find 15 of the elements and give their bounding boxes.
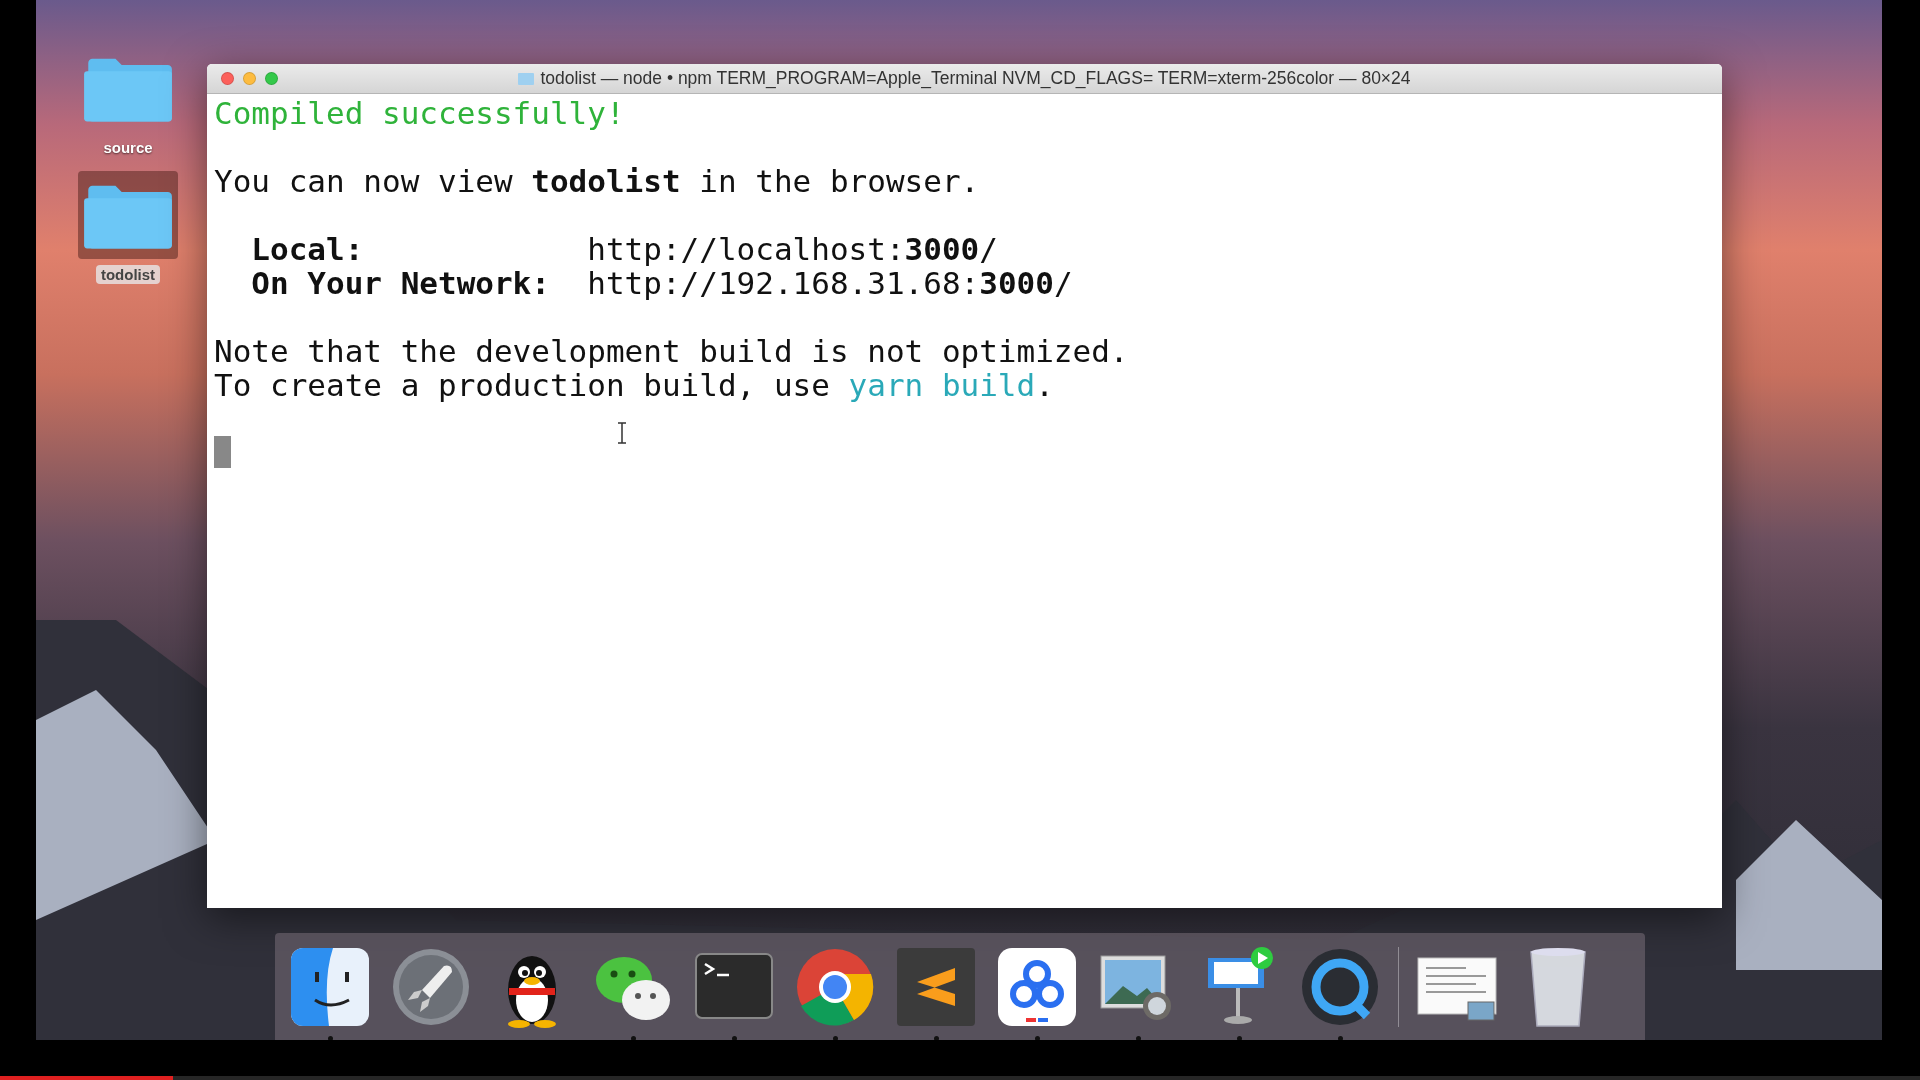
terminal-line: Note that the development build is not optimized. <box>214 334 1130 368</box>
close-button[interactable] <box>221 72 234 85</box>
terminal-line: Local: http://localhost:3000/ <box>250 232 999 266</box>
progress-track[interactable] <box>0 1076 1920 1080</box>
terminal-line: Compiled successfully! <box>214 96 626 130</box>
folder-icon[interactable] <box>78 171 178 259</box>
terminal-line: On Your Network: http://192.168.31.68:3000/ <box>250 266 1074 300</box>
terminal-line: To create a production build, use yarn build. <box>214 368 1054 402</box>
text-pointer-icon <box>617 422 627 444</box>
folder-label[interactable]: todolist <box>95 265 161 284</box>
terminal-line: You can now view todolist in the browser. <box>214 164 981 198</box>
block-cursor <box>214 436 231 468</box>
window-title: todolist — node • npm TERM_PROGRAM=Apple_Terminal NVM_CD_FLAGS= TERM=xterm-256color — 80×24 <box>540 68 1411 89</box>
folder-label[interactable]: source <box>98 138 158 157</box>
folder-icon <box>518 72 535 85</box>
